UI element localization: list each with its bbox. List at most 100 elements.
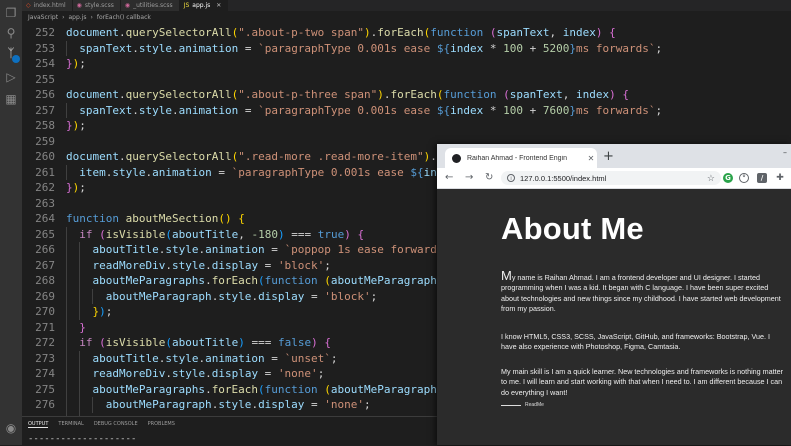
line-number: 259 bbox=[35, 134, 55, 148]
code-token: style bbox=[218, 289, 252, 303]
panel-tab-bar: OUTPUT TERMINAL DEBUG CONSOLE PROBLEMS bbox=[28, 421, 175, 428]
code-token: ${ bbox=[436, 41, 451, 55]
about-paragraph-1: My name is Raihan Ahmad. I am a frontend… bbox=[501, 269, 787, 315]
code-token: animation bbox=[152, 165, 212, 179]
code-line[interactable]: 254}); bbox=[22, 56, 791, 72]
run-debug-icon[interactable]: ▷ bbox=[4, 70, 18, 84]
code-line[interactable]: 253 spanText.style.animation = `paragraph… bbox=[22, 40, 791, 56]
puzzle-extensions-icon[interactable]: ✚ bbox=[775, 173, 785, 183]
code-token: ${ bbox=[410, 165, 424, 179]
panel-tab-terminal[interactable]: TERMINAL bbox=[58, 421, 83, 428]
code-token: ms forwards` bbox=[576, 41, 656, 55]
back-icon[interactable]: ← bbox=[445, 172, 453, 184]
about-paragraph-1-text: y name is Raihan Ahmad. I am a frontend … bbox=[501, 273, 781, 314]
new-tab-button[interactable]: + bbox=[603, 150, 614, 163]
indent-guide bbox=[92, 397, 94, 413]
close-tab-icon[interactable]: ✕ bbox=[216, 2, 221, 9]
code-token: , bbox=[562, 88, 576, 101]
editor-tab-label: index.html bbox=[33, 2, 66, 9]
panel-tab-output[interactable]: OUTPUT bbox=[28, 421, 49, 428]
code-token: querySelectorAll bbox=[125, 26, 232, 39]
address-bar[interactable]: i 127.0.0.1:5500/index.html ☆ bbox=[501, 171, 721, 185]
close-tab-icon[interactable]: ✕ bbox=[585, 154, 597, 163]
code-token: forEach bbox=[211, 382, 259, 396]
code-text: aboutMeParagraph.style.display = 'none'; bbox=[106, 397, 371, 413]
code-line[interactable]: 255 bbox=[22, 72, 791, 88]
editor-tab-3[interactable]: JS app.js ✕ bbox=[179, 0, 229, 11]
forward-icon[interactable]: → bbox=[465, 172, 473, 184]
search-icon[interactable]: ⚲ bbox=[4, 26, 18, 40]
output-text: -------------------- bbox=[28, 434, 137, 444]
site-info-icon[interactable]: i bbox=[507, 174, 515, 182]
code-token: ) bbox=[99, 305, 106, 318]
breadcrumb-item[interactable]: forEach() callback bbox=[97, 14, 151, 21]
code-token: . bbox=[132, 103, 139, 117]
bookmark-star-icon[interactable]: ☆ bbox=[707, 173, 715, 184]
explorer-icon[interactable]: ❐ bbox=[4, 6, 18, 20]
account-icon[interactable]: ◉ bbox=[4, 421, 18, 435]
indent-guide bbox=[66, 350, 67, 366]
code-token: = bbox=[238, 103, 259, 117]
indent-guide bbox=[66, 273, 67, 289]
code-line[interactable]: 258}); bbox=[22, 118, 791, 134]
code-token: aboutMeSection bbox=[125, 212, 219, 225]
code-token: } bbox=[66, 119, 73, 132]
dropper-extension-icon[interactable]: / bbox=[757, 173, 767, 183]
code-token: ; bbox=[655, 103, 663, 117]
editor-tab-1[interactable]: ◉ style.scss bbox=[72, 0, 121, 11]
code-token: document bbox=[66, 150, 119, 163]
code-token: ; bbox=[79, 119, 86, 132]
panel-tab-problems[interactable]: PROBLEMS bbox=[148, 421, 175, 428]
code-token: { bbox=[238, 212, 245, 225]
code-text: readMoreDiv.style.display = 'none'; bbox=[92, 366, 324, 382]
extensions-icon[interactable]: ▦ bbox=[4, 92, 18, 106]
code-token: ( bbox=[165, 336, 172, 349]
indent-guide bbox=[66, 102, 67, 118]
minimize-button[interactable]: – bbox=[783, 148, 787, 157]
breadcrumb: JavaScript › app.js › forEach() callback bbox=[22, 11, 791, 24]
browser-tab[interactable]: Raihan Ahmad - Frontend Engin ✕ bbox=[445, 148, 597, 168]
breadcrumb-item[interactable]: app.js bbox=[68, 14, 86, 21]
editor-tab-2[interactable]: ◉ _utilities.scss bbox=[120, 0, 180, 11]
reload-icon[interactable]: ↻ bbox=[485, 172, 493, 184]
code-token: spanText bbox=[79, 103, 133, 117]
line-number: 254 bbox=[35, 57, 55, 70]
indent-guide bbox=[79, 350, 81, 366]
code-token: . bbox=[165, 367, 172, 380]
code-token: display bbox=[258, 289, 305, 303]
panel-tab-debug-console[interactable]: DEBUG CONSOLE bbox=[94, 421, 138, 428]
breadcrumb-item[interactable]: JavaScript bbox=[28, 14, 58, 21]
code-token: ) bbox=[364, 26, 371, 39]
code-line[interactable]: 256 document.querySelectorAll(".about-p-t… bbox=[22, 87, 791, 103]
code-line[interactable]: 252 document.querySelectorAll (".about-p-t… bbox=[22, 25, 791, 41]
code-token: . bbox=[205, 258, 212, 272]
line-number: 263 bbox=[35, 196, 55, 210]
code-token: 'block' bbox=[324, 289, 371, 303]
code-token: ( bbox=[258, 274, 265, 287]
code-text: if (isVisible(aboutTitle, -180) === true… bbox=[79, 227, 364, 243]
code-token: index bbox=[575, 88, 610, 101]
code-token: document bbox=[66, 26, 119, 39]
editor-tab-0[interactable]: ◇ index.html bbox=[22, 0, 73, 11]
code-token: ( bbox=[503, 88, 510, 101]
code-token: ; bbox=[105, 305, 113, 318]
code-token: ) bbox=[595, 26, 603, 39]
code-token: { bbox=[609, 26, 616, 39]
code-token: ; bbox=[79, 181, 86, 194]
code-token: * bbox=[483, 103, 504, 117]
line-number: 267 bbox=[35, 258, 55, 272]
code-line[interactable]: 257 spanText.style.animation = `paragraph… bbox=[22, 102, 791, 118]
code-token: aboutTitle bbox=[92, 243, 159, 256]
code-token: style bbox=[218, 398, 252, 411]
code-token: ) bbox=[344, 227, 351, 241]
grammarly-extension-icon[interactable]: G bbox=[723, 173, 733, 183]
code-token: aboutMeParagraph bbox=[105, 289, 212, 303]
code-token: ) bbox=[377, 88, 384, 101]
indent-guide bbox=[66, 319, 67, 335]
line-number: 274 bbox=[35, 367, 55, 380]
read-more-link[interactable]: ReadMe bbox=[501, 402, 544, 408]
extension-icon[interactable]: ° bbox=[739, 173, 749, 183]
line-number: 266 bbox=[35, 243, 55, 256]
indent-guide bbox=[66, 335, 67, 351]
